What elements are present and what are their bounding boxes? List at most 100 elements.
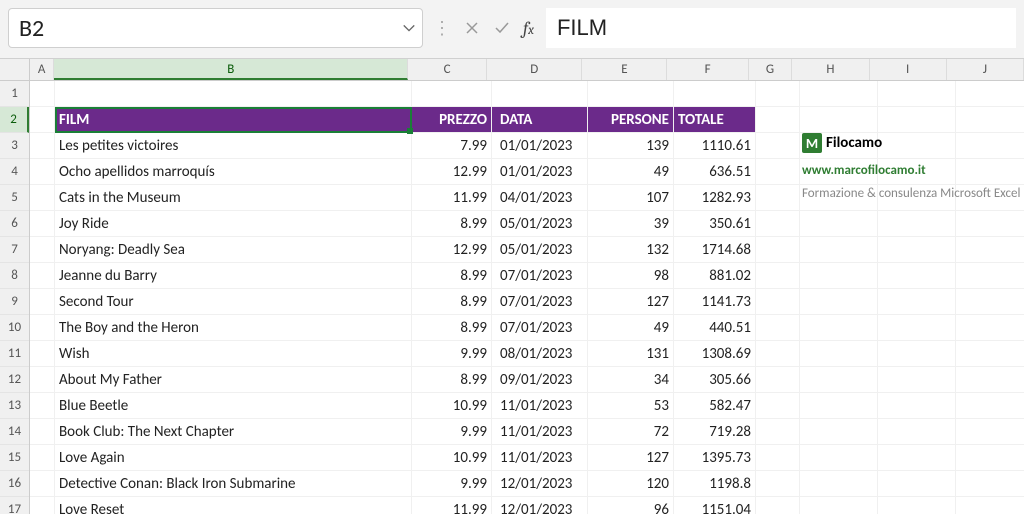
cell-persone[interactable]: 107 bbox=[588, 185, 674, 210]
cell[interactable] bbox=[30, 445, 55, 470]
cell[interactable] bbox=[878, 393, 956, 418]
row-header[interactable]: 7 bbox=[0, 237, 29, 263]
cell[interactable] bbox=[878, 497, 956, 514]
row-header[interactable]: 1 bbox=[0, 81, 29, 107]
cell-totale[interactable]: 881.02 bbox=[674, 263, 756, 288]
cell-film[interactable]: Love Again bbox=[55, 445, 412, 470]
cell[interactable] bbox=[956, 107, 1024, 132]
cell[interactable] bbox=[30, 133, 55, 158]
cell-totale[interactable]: 1395.73 bbox=[674, 445, 756, 470]
cell-totale[interactable]: 440.51 bbox=[674, 315, 756, 340]
site-link[interactable]: www.marcofilocamo.it bbox=[802, 163, 1020, 178]
col-data[interactable]: DATA bbox=[492, 107, 588, 132]
cell[interactable] bbox=[956, 315, 1024, 340]
cell-persone[interactable]: 49 bbox=[588, 315, 674, 340]
select-all-corner[interactable] bbox=[0, 59, 30, 80]
cell[interactable] bbox=[674, 81, 756, 106]
cell-film[interactable]: The Boy and the Heron bbox=[55, 315, 412, 340]
cell[interactable] bbox=[956, 393, 1024, 418]
cell[interactable] bbox=[956, 211, 1024, 236]
cell-data[interactable]: 04/01/2023 bbox=[492, 185, 588, 210]
cell[interactable] bbox=[800, 393, 878, 418]
column-header[interactable]: H bbox=[792, 59, 869, 80]
cell[interactable] bbox=[30, 107, 55, 132]
cell-persone[interactable]: 127 bbox=[588, 289, 674, 314]
cell[interactable] bbox=[756, 367, 800, 392]
cell-data[interactable]: 12/01/2023 bbox=[492, 471, 588, 496]
cell-persone[interactable]: 98 bbox=[588, 263, 674, 288]
cell-film[interactable]: Love Reset bbox=[55, 497, 412, 514]
cell[interactable] bbox=[878, 419, 956, 444]
cell[interactable] bbox=[30, 289, 55, 314]
cell[interactable] bbox=[756, 133, 800, 158]
cell[interactable] bbox=[756, 81, 800, 106]
name-box[interactable]: B2 bbox=[8, 8, 423, 48]
cell-film[interactable]: Wish bbox=[55, 341, 412, 366]
cell[interactable] bbox=[878, 315, 956, 340]
row-header[interactable]: 16 bbox=[0, 471, 29, 497]
cell[interactable] bbox=[956, 445, 1024, 470]
cell-persone[interactable]: 72 bbox=[588, 419, 674, 444]
cell-totale[interactable]: 1141.73 bbox=[674, 289, 756, 314]
cell-film[interactable]: Second Tour bbox=[55, 289, 412, 314]
cell[interactable] bbox=[30, 159, 55, 184]
cell-totale[interactable]: 1282.93 bbox=[674, 185, 756, 210]
cell-data[interactable]: 08/01/2023 bbox=[492, 341, 588, 366]
cell-data[interactable]: 05/01/2023 bbox=[492, 237, 588, 262]
cell-film[interactable]: Cats in the Museum bbox=[55, 185, 412, 210]
cell[interactable] bbox=[878, 367, 956, 392]
column-header[interactable]: I bbox=[870, 59, 947, 80]
cell[interactable] bbox=[756, 211, 800, 236]
cell[interactable] bbox=[956, 289, 1024, 314]
row-header[interactable]: 14 bbox=[0, 419, 29, 445]
cell-totale[interactable]: 1308.69 bbox=[674, 341, 756, 366]
cell[interactable] bbox=[756, 107, 800, 132]
cell[interactable] bbox=[878, 471, 956, 496]
cell[interactable] bbox=[956, 497, 1024, 514]
cell[interactable] bbox=[800, 445, 878, 470]
cell-totale[interactable]: 582.47 bbox=[674, 393, 756, 418]
cell-film[interactable]: Jeanne du Barry bbox=[55, 263, 412, 288]
cell[interactable] bbox=[756, 289, 800, 314]
col-prezzo[interactable]: PREZZO bbox=[412, 107, 492, 132]
cell-persone[interactable]: 34 bbox=[588, 367, 674, 392]
cell[interactable] bbox=[492, 81, 588, 106]
cell-film[interactable]: Ocho apellidos marroquís bbox=[55, 159, 412, 184]
column-header[interactable]: C bbox=[408, 59, 487, 80]
cell[interactable] bbox=[30, 185, 55, 210]
cell-film[interactable]: Noryang: Deadly Sea bbox=[55, 237, 412, 262]
cell[interactable] bbox=[800, 237, 878, 262]
cell-data[interactable]: 09/01/2023 bbox=[492, 367, 588, 392]
cell[interactable] bbox=[800, 419, 878, 444]
row-header[interactable]: 10 bbox=[0, 315, 29, 341]
cell[interactable] bbox=[956, 341, 1024, 366]
cell-data[interactable]: 05/01/2023 bbox=[492, 211, 588, 236]
cell-prezzo[interactable]: 9.99 bbox=[412, 471, 492, 496]
cell[interactable] bbox=[800, 315, 878, 340]
cell-totale[interactable]: 305.66 bbox=[674, 367, 756, 392]
cell-data[interactable]: 01/01/2023 bbox=[492, 133, 588, 158]
cell-data[interactable]: 07/01/2023 bbox=[492, 315, 588, 340]
cell[interactable] bbox=[756, 341, 800, 366]
row-header[interactable]: 8 bbox=[0, 263, 29, 289]
cancel-formula-button[interactable] bbox=[461, 17, 483, 39]
confirm-formula-button[interactable] bbox=[491, 17, 513, 39]
cell[interactable] bbox=[30, 315, 55, 340]
cell-persone[interactable]: 131 bbox=[588, 341, 674, 366]
cell[interactable] bbox=[878, 445, 956, 470]
cell-prezzo[interactable]: 9.99 bbox=[412, 341, 492, 366]
cell[interactable] bbox=[30, 211, 55, 236]
cell-prezzo[interactable]: 9.99 bbox=[412, 419, 492, 444]
cell-film[interactable]: Joy Ride bbox=[55, 211, 412, 236]
cell-film[interactable]: About My Father bbox=[55, 367, 412, 392]
cell[interactable] bbox=[756, 445, 800, 470]
cell-persone[interactable]: 132 bbox=[588, 237, 674, 262]
cell[interactable] bbox=[800, 211, 878, 236]
cell[interactable] bbox=[956, 237, 1024, 262]
cell[interactable] bbox=[956, 367, 1024, 392]
cell[interactable] bbox=[878, 289, 956, 314]
cell[interactable] bbox=[800, 263, 878, 288]
cell[interactable] bbox=[800, 497, 878, 514]
cell-prezzo[interactable]: 8.99 bbox=[412, 211, 492, 236]
cell[interactable] bbox=[800, 81, 878, 106]
